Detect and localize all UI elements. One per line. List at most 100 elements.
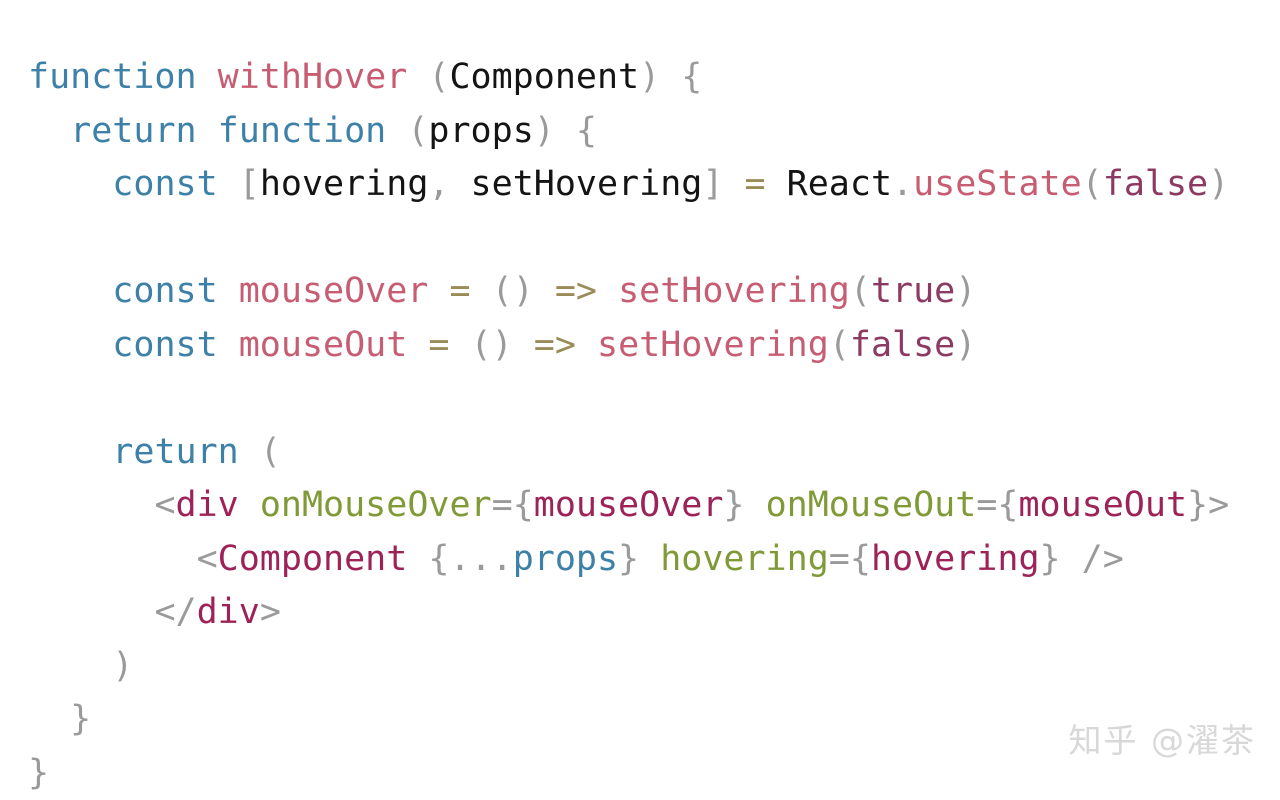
- code-token: ): [534, 111, 555, 151]
- code-token: const: [112, 164, 217, 204]
- code-line: const [hovering, setHovering] = React.us…: [28, 158, 1229, 212]
- code-token: (: [407, 111, 428, 151]
- code-token: ): [1208, 164, 1229, 204]
- code-token: mouseOver: [239, 271, 429, 311]
- code-token: const: [112, 325, 217, 365]
- code-token: }: [1040, 539, 1061, 579]
- code-token: [407, 57, 428, 97]
- code-token: [534, 271, 555, 311]
- code-token: false: [850, 325, 955, 365]
- code-token: }: [618, 539, 639, 579]
- code-token: {: [681, 57, 702, 97]
- code-token: div: [197, 592, 260, 632]
- code-token: hovering: [871, 539, 1040, 579]
- code-token: {: [513, 485, 534, 525]
- code-token: setHovering: [597, 325, 829, 365]
- code-token: mouseOver: [534, 485, 724, 525]
- code-token: return: [70, 111, 196, 151]
- code-token: =: [976, 485, 997, 525]
- code-line: function withHover (Component) {: [28, 51, 1229, 105]
- code-token: (: [1082, 164, 1103, 204]
- code-token: hovering: [260, 164, 429, 204]
- code-line: ): [28, 640, 1229, 694]
- code-token: ): [513, 271, 534, 311]
- code-token: false: [1103, 164, 1208, 204]
- code-line: const mouseOut = () => setHovering(false…: [28, 319, 1229, 373]
- code-token: (: [850, 271, 871, 311]
- code-token: }: [28, 753, 49, 793]
- code-indent: [28, 646, 112, 686]
- code-token: [660, 57, 681, 97]
- code-token: >: [260, 592, 281, 632]
- code-token: (: [471, 325, 492, 365]
- code-token: [197, 57, 218, 97]
- code-indent: [28, 699, 70, 739]
- code-token: [428, 271, 449, 311]
- code-token: const: [112, 271, 217, 311]
- code-token: [555, 111, 576, 151]
- code-token: ,: [428, 164, 449, 204]
- code-token: (: [829, 325, 850, 365]
- code-token: function: [28, 57, 197, 97]
- code-token: <: [197, 539, 218, 579]
- code-token: withHover: [218, 57, 408, 97]
- code-indent: [28, 485, 154, 525]
- code-token: ): [112, 646, 133, 686]
- code-token: ): [492, 325, 513, 365]
- code-token: }: [70, 699, 91, 739]
- code-line: ​: [28, 212, 1229, 266]
- code-token: (: [492, 271, 513, 311]
- code-token: onMouseOver: [260, 485, 492, 525]
- code-token: {: [428, 539, 449, 579]
- code-token: [218, 164, 239, 204]
- code-token: [639, 539, 660, 579]
- code-token: [386, 111, 407, 151]
- code-token: props: [428, 111, 533, 151]
- code-token: setHovering: [471, 164, 703, 204]
- code-indent: [28, 271, 112, 311]
- code-token: return: [112, 432, 238, 472]
- code-indent: [28, 111, 70, 151]
- code-token: mouseOut: [239, 325, 408, 365]
- code-token: {: [997, 485, 1018, 525]
- code-token: >: [1208, 485, 1229, 525]
- code-token: .: [892, 164, 913, 204]
- code-token: React: [787, 164, 892, 204]
- code-token: function: [218, 111, 387, 151]
- code-token: [218, 325, 239, 365]
- code-token: =: [745, 164, 766, 204]
- code-token: [723, 164, 744, 204]
- code-line: <Component {...props} hovering={hovering…: [28, 533, 1229, 587]
- code-line: </div>: [28, 586, 1229, 640]
- code-token: onMouseOut: [766, 485, 977, 525]
- code-token: =: [492, 485, 513, 525]
- code-token: {: [850, 539, 871, 579]
- code-token: [513, 325, 534, 365]
- code-token: <: [154, 485, 175, 525]
- code-token: [: [239, 164, 260, 204]
- code-token: [407, 539, 428, 579]
- code-token: =>: [555, 271, 597, 311]
- code-indent: [28, 432, 112, 472]
- code-line: }: [28, 693, 1229, 747]
- code-token: />: [1082, 539, 1124, 579]
- code-token: </: [154, 592, 196, 632]
- code-token: div: [176, 485, 239, 525]
- code-token: [449, 325, 470, 365]
- code-line: <div onMouseOver={mouseOver} onMouseOut=…: [28, 479, 1229, 533]
- code-token: [218, 271, 239, 311]
- code-indent: [28, 164, 112, 204]
- code-token: [407, 325, 428, 365]
- code-token: ): [955, 325, 976, 365]
- code-token: ...: [449, 539, 512, 579]
- zhihu-watermark: 知乎 @濯茶: [1069, 714, 1257, 762]
- code-token: [745, 485, 766, 525]
- code-token: Component: [218, 539, 408, 579]
- code-token: [239, 485, 260, 525]
- code-line: }: [28, 747, 1229, 800]
- code-token: [449, 164, 470, 204]
- code-token: [1061, 539, 1082, 579]
- code-line: const mouseOver = () => setHovering(true…: [28, 265, 1229, 319]
- code-token: }: [723, 485, 744, 525]
- code-token: [239, 432, 260, 472]
